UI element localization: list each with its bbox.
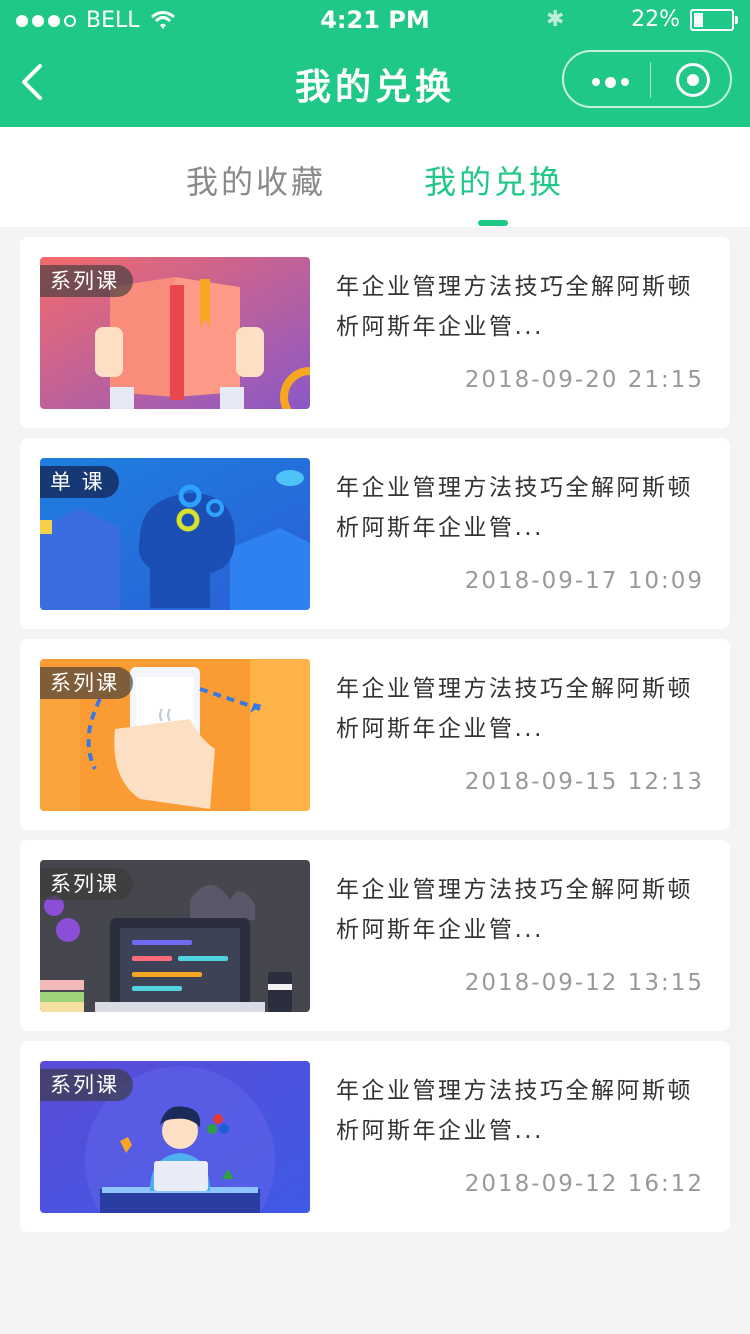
list-item[interactable]: 系列课 年企业管理方法技巧全解阿斯顿析阿斯年企业管... 2018-09-15 … — [20, 639, 730, 830]
phone-coffee-illustration: 系列课 — [40, 659, 310, 811]
item-date: 2018-09-20 21:15 — [464, 367, 704, 393]
course-type-badge: 系列课 — [40, 667, 133, 699]
close-target-icon[interactable] — [676, 63, 710, 97]
book-illustration: 系列课 — [40, 257, 310, 409]
course-type-badge: 系列课 — [40, 868, 133, 900]
bluetooth-icon: ✱ — [546, 7, 565, 32]
tab-favorites[interactable]: 我的收藏 — [186, 157, 326, 203]
list-item[interactable]: 单 课 年企业管理方法技巧全解阿斯顿析阿斯年企业管... 2018-09-17 … — [20, 438, 730, 629]
item-date: 2018-09-15 12:13 — [464, 769, 704, 795]
status-bar: BELL 4:21 PM ✱ 22% — [0, 0, 750, 40]
item-title: 年企业管理方法技巧全解阿斯顿析阿斯年企业管... — [336, 676, 693, 742]
item-date: 2018-09-12 13:15 — [464, 970, 704, 996]
navbar: 我的兑换 — [0, 40, 750, 127]
list-item[interactable]: 系列课 年企业管理方法技巧全解阿斯顿析阿斯年企业管... 2018-09-20 … — [20, 237, 730, 428]
brain-gears-illustration: 单 课 — [40, 458, 310, 610]
tab-active-indicator — [478, 220, 508, 226]
course-type-badge: 系列课 — [40, 265, 133, 297]
exchange-list: 系列课 年企业管理方法技巧全解阿斯顿析阿斯年企业管... 2018-09-20 … — [20, 237, 730, 1242]
item-date: 2018-09-12 16:12 — [464, 1171, 704, 1197]
tab-exchanges[interactable]: 我的兑换 — [424, 157, 564, 203]
battery-icon — [690, 8, 738, 31]
header: BELL 4:21 PM ✱ 22% 我的兑换 — [0, 0, 750, 127]
list-item[interactable]: 系列课 年企业管理方法技巧全解阿斯顿析阿斯年企业管... 2018-09-12 … — [20, 1041, 730, 1232]
list-item[interactable]: 系列课 年企业管理方法技巧全解阿斯顿析阿斯年企业管... 2018-09-12 … — [20, 840, 730, 1031]
item-title: 年企业管理方法技巧全解阿斯顿析阿斯年企业管... — [336, 274, 693, 340]
more-icon[interactable] — [592, 77, 629, 88]
mini-program-capsule — [562, 50, 732, 108]
capsule-divider — [650, 62, 651, 98]
item-title: 年企业管理方法技巧全解阿斯顿析阿斯年企业管... — [336, 1078, 693, 1144]
laptop-code-illustration: 系列课 — [40, 860, 310, 1012]
course-type-badge: 单 课 — [40, 466, 119, 498]
tab-bar: 我的收藏 我的兑换 — [0, 127, 750, 227]
item-date: 2018-09-17 10:09 — [464, 568, 704, 594]
item-title: 年企业管理方法技巧全解阿斯顿析阿斯年企业管... — [336, 475, 693, 541]
battery-percent: 22% — [631, 7, 680, 32]
developer-illustration: 系列课 — [40, 1061, 310, 1213]
course-type-badge: 系列课 — [40, 1069, 133, 1101]
item-title: 年企业管理方法技巧全解阿斯顿析阿斯年企业管... — [336, 877, 693, 943]
